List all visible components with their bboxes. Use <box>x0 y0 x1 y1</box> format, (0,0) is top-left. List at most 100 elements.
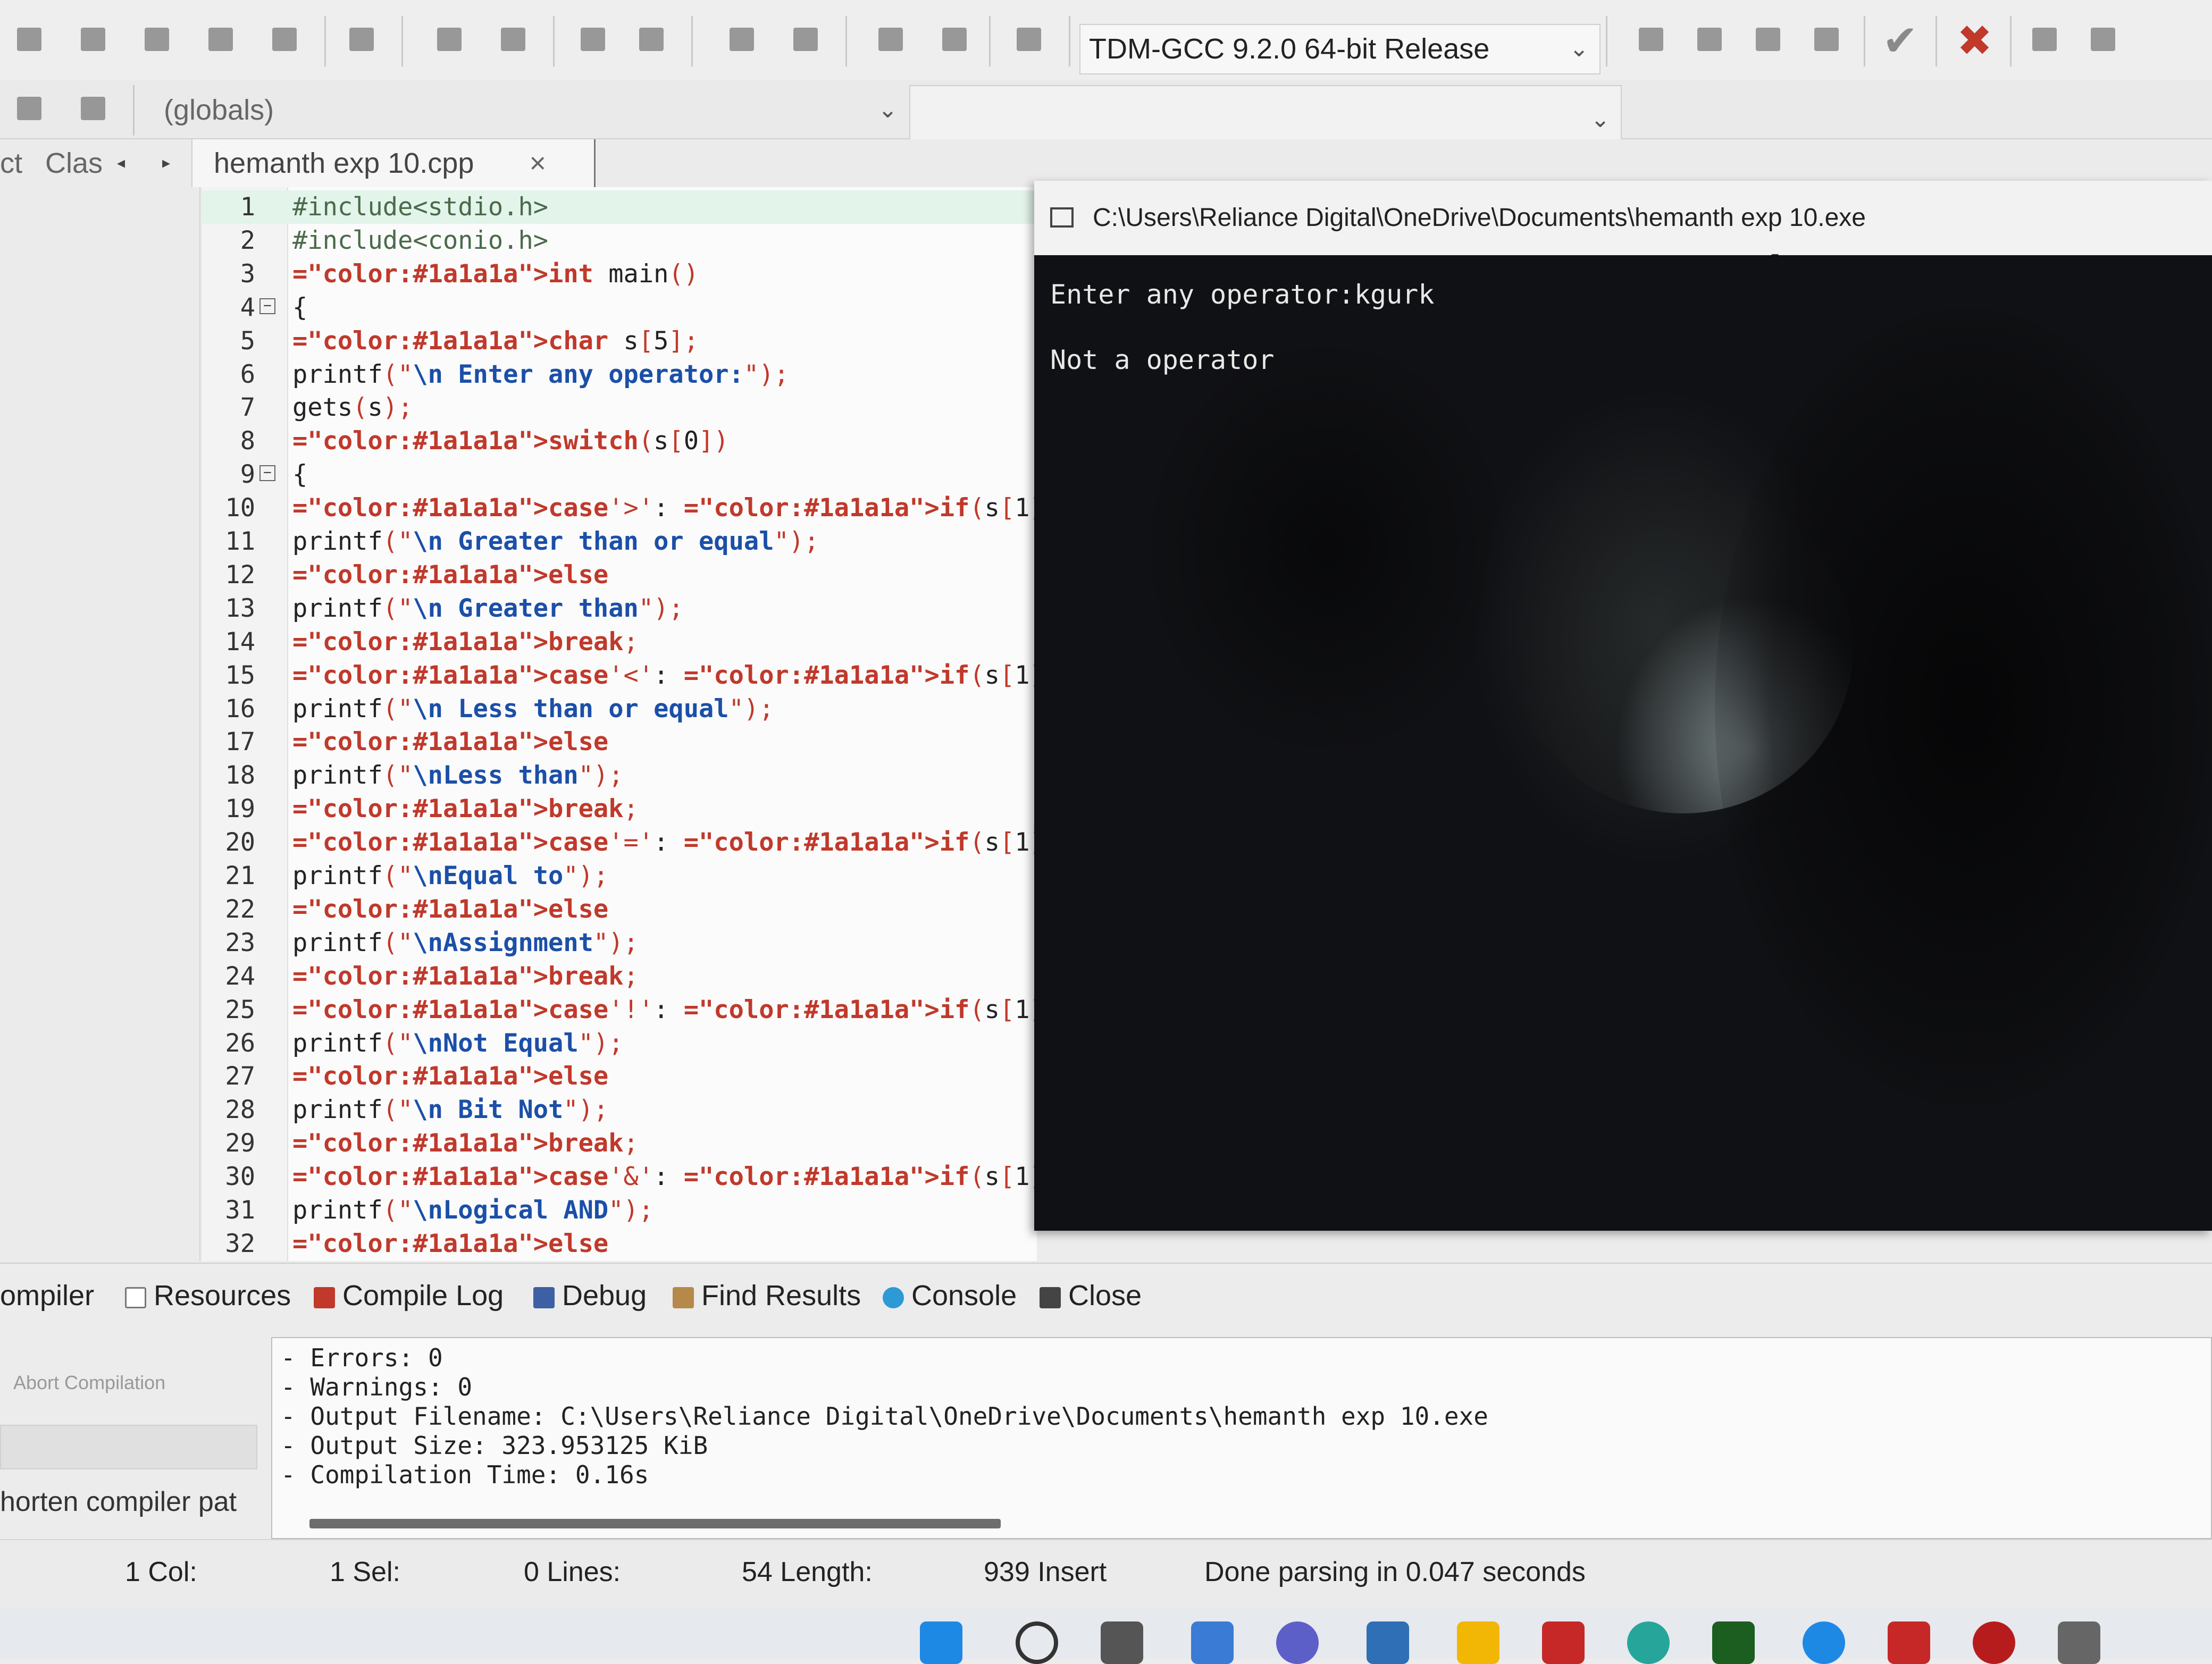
fold-toggle-icon[interactable]: − <box>259 298 275 314</box>
code-text: ="color:#1a1a1a">case'=': ="color:#1a1a1… <box>292 828 1135 858</box>
fold-toggle-icon[interactable]: − <box>259 465 275 482</box>
compile-run-icon[interactable] <box>1010 21 1048 58</box>
code-line[interactable]: 26 printf("\nNot Equal"); <box>202 1027 1037 1060</box>
unindent-icon[interactable] <box>633 21 670 58</box>
store-icon[interactable] <box>1542 1621 1585 1664</box>
teams-icon[interactable] <box>1276 1621 1319 1664</box>
code-line[interactable]: 9−{ <box>202 458 1037 491</box>
code-line[interactable]: 14 ="color:#1a1a1a">break; <box>202 625 1037 659</box>
compile-log-output[interactable]: - Errors: 0 - Warnings: 0 - Output Filen… <box>271 1337 2212 1539</box>
tab-close[interactable]: Close <box>1040 1277 1142 1314</box>
tile-icon[interactable] <box>1808 21 1845 58</box>
grid-view-icon[interactable] <box>1632 21 1670 58</box>
browser-icon[interactable] <box>1803 1621 1845 1664</box>
code-line[interactable]: 25 ="color:#1a1a1a">case'!': ="color:#1a1… <box>202 993 1135 1027</box>
tab-project[interactable]: ct <box>0 139 22 187</box>
widgets-icon[interactable] <box>1191 1621 1234 1664</box>
print-icon[interactable] <box>343 21 380 58</box>
prime-video-icon[interactable] <box>1367 1621 1409 1664</box>
code-line[interactable]: 15 ="color:#1a1a1a">case'<': ="color:#1a1… <box>202 659 1135 692</box>
abort-compilation-button[interactable]: Abort Compilation <box>13 1372 165 1394</box>
tab-console[interactable]: Console <box>883 1277 1017 1314</box>
code-line[interactable]: 10 ="color:#1a1a1a">case'>': ="color:#1a1… <box>202 491 1135 525</box>
indent-icon[interactable] <box>574 21 611 58</box>
save-file-icon[interactable] <box>138 21 175 58</box>
new-file-icon[interactable] <box>11 21 48 58</box>
code-line[interactable]: 32 ="color:#1a1a1a">else <box>202 1227 1037 1260</box>
replace-icon[interactable] <box>495 21 532 58</box>
undo-icon[interactable] <box>723 21 760 58</box>
tab-compile-log-label: Compile Log <box>342 1280 504 1312</box>
tab-scroll-left-icon[interactable]: ◂ <box>117 139 125 187</box>
bookmark-icon[interactable] <box>74 90 112 128</box>
check-icon[interactable]: ✔ <box>1882 16 1918 65</box>
console-line-result: Not a operator <box>1050 344 1275 375</box>
code-line[interactable]: 31 printf("\nLogical AND"); <box>202 1194 1037 1227</box>
close-icon[interactable]: × <box>529 139 546 187</box>
file-explorer-icon[interactable] <box>1457 1621 1499 1664</box>
search-icon[interactable] <box>1016 1621 1058 1664</box>
code-line[interactable]: 19 ="color:#1a1a1a">break; <box>202 792 1037 826</box>
code-line[interactable]: 29 ="color:#1a1a1a">break; <box>202 1127 1037 1160</box>
open-file-icon[interactable] <box>74 21 112 58</box>
code-line[interactable]: 18 printf("\nLess than"); <box>202 759 1037 792</box>
code-text: #include<stdio.h> <box>292 192 549 222</box>
chevron-down-icon: ⌄ <box>878 97 898 123</box>
code-line[interactable]: 3 ="color:#1a1a1a">int main() <box>202 257 1037 291</box>
code-line[interactable]: 4− { <box>202 291 1037 324</box>
console-window[interactable]: C:\Users\Reliance Digital\OneDrive\Docum… <box>1034 181 2212 1231</box>
code-line[interactable]: 5 ="color:#1a1a1a">char s[5]; <box>202 324 1037 358</box>
code-line[interactable]: 1 #include<stdio.h> <box>202 190 1037 224</box>
code-line[interactable]: 6 printf("\n Enter any operator:"); <box>202 358 1037 391</box>
code-line[interactable]: 30 ="color:#1a1a1a">case'&': ="color:#1a1… <box>202 1160 1135 1194</box>
code-line[interactable]: 8 ="color:#1a1a1a">switch(s[0]) <box>202 424 1037 458</box>
code-line[interactable]: 13 printf("\n Greater than"); <box>202 592 1037 625</box>
edge-icon[interactable] <box>1627 1621 1670 1664</box>
chart-icon[interactable] <box>2026 21 2063 58</box>
code-line[interactable]: 21 printf("\nEqual to"); <box>202 859 1037 893</box>
code-line[interactable]: 23 printf("\nAssignment"); <box>202 926 1037 960</box>
console-task-icon[interactable] <box>2058 1621 2100 1664</box>
tab-classes[interactable]: Clas <box>45 139 103 187</box>
tab-find-results[interactable]: Find Results <box>673 1277 861 1314</box>
tab-debug[interactable]: Debug <box>533 1277 647 1314</box>
tab-compile-log[interactable]: Compile Log <box>314 1277 504 1314</box>
back-icon[interactable] <box>11 90 48 128</box>
tab-scroll-right-icon[interactable]: ▸ <box>162 139 170 187</box>
tab-close-label: Close <box>1068 1280 1142 1312</box>
app-icon[interactable] <box>1712 1621 1755 1664</box>
dev-cpp-icon[interactable] <box>1973 1621 2015 1664</box>
compile-icon[interactable] <box>872 21 909 58</box>
window-icon[interactable] <box>1691 21 1728 58</box>
layout-icon[interactable] <box>1749 21 1787 58</box>
redo-icon[interactable] <box>787 21 824 58</box>
tab-resources[interactable]: Resources <box>125 1277 291 1314</box>
close-file-icon[interactable] <box>266 21 303 58</box>
scope-select[interactable]: (globals) ⌄ <box>154 85 909 134</box>
code-line[interactable]: 17 ="color:#1a1a1a">else <box>202 725 1037 759</box>
profile-icon[interactable] <box>2084 21 2122 58</box>
code-line[interactable]: 20 ="color:#1a1a1a">case'=': ="color:#1a1… <box>202 826 1135 859</box>
run-icon[interactable] <box>936 21 973 58</box>
tab-compiler[interactable]: ompiler <box>0 1277 94 1314</box>
code-line[interactable]: 7 gets(s); <box>202 391 1037 424</box>
code-line[interactable]: 12 ="color:#1a1a1a">else <box>202 558 1037 592</box>
code-line[interactable]: 27 ="color:#1a1a1a">else <box>202 1060 1037 1093</box>
horizontal-scrollbar[interactable] <box>309 1519 1001 1528</box>
code-line[interactable]: 16 printf("\n Less than or equal"); <box>202 692 1037 726</box>
code-line[interactable]: 2 #include<conio.h> <box>202 224 1037 257</box>
file-tab[interactable]: hemanth exp 10.cpp × <box>191 139 596 187</box>
compiler-select[interactable]: TDM-GCC 9.2.0 64-bit Release ⌄ <box>1079 24 1601 74</box>
resources-icon <box>125 1287 146 1308</box>
code-line[interactable]: 24 ="color:#1a1a1a">break; <box>202 960 1037 993</box>
code-line[interactable]: 11 printf("\n Greater than or equal"); <box>202 525 1037 558</box>
shorten-compiler-paths-option[interactable]: horten compiler pat <box>0 1486 237 1518</box>
task-view-icon[interactable] <box>1101 1621 1143 1664</box>
code-line[interactable]: 22 ="color:#1a1a1a">else <box>202 893 1037 926</box>
cross-icon[interactable]: ✖ <box>1957 16 1992 65</box>
find-icon[interactable] <box>431 21 468 58</box>
mcafee-icon[interactable] <box>1888 1621 1930 1664</box>
code-line[interactable]: 28 printf("\n Bit Not"); <box>202 1093 1037 1127</box>
start-icon[interactable] <box>920 1621 962 1664</box>
save-all-icon[interactable] <box>202 21 239 58</box>
